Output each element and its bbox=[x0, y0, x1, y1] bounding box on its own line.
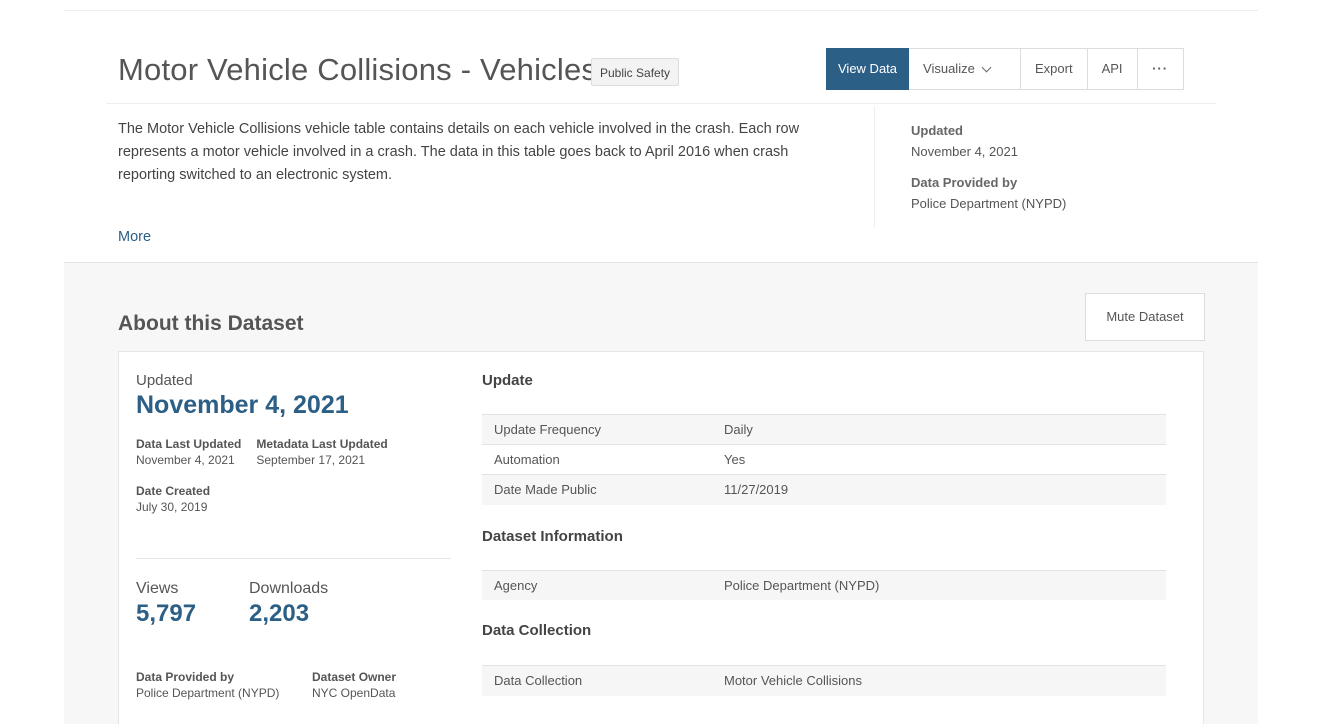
table-row: Automation Yes bbox=[482, 444, 1166, 475]
provided-by: Data Provided by Police Department (NYPD… bbox=[136, 669, 312, 702]
visualize-button[interactable]: Visualize bbox=[909, 48, 1022, 90]
dataset-info-section-title: Dataset Information bbox=[482, 527, 623, 545]
page-title: Motor Vehicle Collisions - Vehicles bbox=[118, 52, 598, 87]
owners: Data Provided by Police Department (NYPD… bbox=[136, 669, 396, 702]
date-created-value: July 30, 2019 bbox=[136, 500, 208, 514]
provided-by-value: Police Department (NYPD) bbox=[136, 686, 280, 700]
metadata-last-updated-label: Metadata Last Updated bbox=[256, 437, 388, 451]
updated-date: November 4, 2021 bbox=[136, 391, 349, 419]
summary-divider bbox=[136, 558, 451, 559]
data-last-updated: Data Last Updated November 4, 2021 bbox=[136, 436, 241, 469]
data-last-updated-value: November 4, 2021 bbox=[136, 453, 235, 467]
dataset-description: The Motor Vehicle Collisions vehicle tab… bbox=[118, 121, 800, 183]
views-label: Views bbox=[136, 580, 179, 597]
export-button[interactable]: Export bbox=[1021, 48, 1088, 90]
update-section-title: Update bbox=[482, 372, 533, 389]
owner-value: NYC OpenData bbox=[312, 686, 396, 700]
meta-divider bbox=[874, 106, 875, 228]
data-last-updated-label: Data Last Updated bbox=[136, 437, 242, 451]
top-divider bbox=[64, 10, 1258, 11]
table-row: Update Frequency Daily bbox=[482, 414, 1166, 445]
metadata-last-updated: Metadata Last Updated September 17, 2021 bbox=[256, 436, 387, 469]
date-created: Date Created July 30, 2019 bbox=[136, 483, 451, 516]
table-key: Agency bbox=[482, 569, 712, 600]
header-divider bbox=[106, 103, 1216, 104]
owner-label: Dataset Owner bbox=[312, 670, 397, 684]
category-badge[interactable]: Public Safety bbox=[591, 58, 680, 86]
stats: Views 5,797 Downloads 2,203 bbox=[136, 580, 362, 628]
downloads-stat: Downloads 2,203 bbox=[249, 580, 362, 628]
downloads-value: 2,203 bbox=[249, 600, 310, 627]
table-row: Agency Police Department (NYPD) bbox=[482, 569, 1166, 600]
table-key: Update Frequency bbox=[482, 414, 712, 445]
updated-label: Updated bbox=[136, 372, 193, 389]
table-row: Data Collection Motor Vehicle Collisions bbox=[482, 665, 1166, 696]
table-key: Date Made Public bbox=[482, 474, 712, 505]
metadata-last-updated-value: September 17, 2021 bbox=[256, 453, 366, 467]
api-button[interactable]: API bbox=[1087, 48, 1138, 90]
table-value: Daily bbox=[712, 414, 1166, 445]
table-value: Yes bbox=[712, 444, 1166, 475]
about-title: About this Dataset bbox=[118, 312, 304, 335]
visualize-label: Visualize bbox=[923, 61, 975, 76]
meta-updated-value: November 4, 2021 bbox=[911, 144, 1018, 159]
update-table: Update Frequency Daily Automation Yes Da… bbox=[482, 414, 1166, 505]
table-row: Date Made Public 11/27/2019 bbox=[482, 474, 1166, 505]
provided-by-label: Data Provided by bbox=[136, 670, 235, 684]
dataset-info-table: Agency Police Department (NYPD) bbox=[482, 569, 1166, 600]
table-value: 11/27/2019 bbox=[712, 474, 1166, 505]
date-created-label: Date Created bbox=[136, 484, 211, 498]
views-value: 5,797 bbox=[136, 600, 197, 627]
table-key: Automation bbox=[482, 444, 712, 475]
metadata-tables: Update Update Frequency Daily Automation… bbox=[482, 372, 1166, 696]
downloads-label: Downloads bbox=[249, 580, 329, 597]
view-data-button[interactable]: View Data bbox=[826, 48, 910, 90]
table-value: Motor Vehicle Collisions bbox=[712, 665, 1166, 696]
action-bar: View Data Visualize Export API ··· bbox=[826, 48, 1184, 90]
data-collection-table: Data Collection Motor Vehicle Collisions bbox=[482, 665, 1166, 696]
meta-provided-label: Data Provided by bbox=[911, 175, 1018, 190]
dataset-owner: Dataset Owner NYC OpenData bbox=[312, 669, 396, 702]
more-link[interactable]: More bbox=[118, 229, 151, 245]
chevron-down-icon bbox=[981, 62, 992, 72]
about-summary: Updated November 4, 2021 Data Last Updat… bbox=[136, 372, 451, 516]
table-value: Police Department (NYPD) bbox=[712, 569, 1166, 600]
mute-dataset-button[interactable]: Mute Dataset bbox=[1085, 293, 1205, 341]
more-options-button[interactable]: ··· bbox=[1137, 48, 1184, 90]
meta-provided-value: Police Department (NYPD) bbox=[911, 196, 1067, 211]
meta-updated-label: Updated bbox=[911, 123, 963, 138]
data-collection-section-title: Data Collection bbox=[482, 622, 592, 639]
header-meta: Updated November 4, 2021 Data Provided b… bbox=[911, 120, 1066, 214]
table-key: Data Collection bbox=[482, 665, 712, 696]
views-stat: Views 5,797 bbox=[136, 580, 249, 628]
